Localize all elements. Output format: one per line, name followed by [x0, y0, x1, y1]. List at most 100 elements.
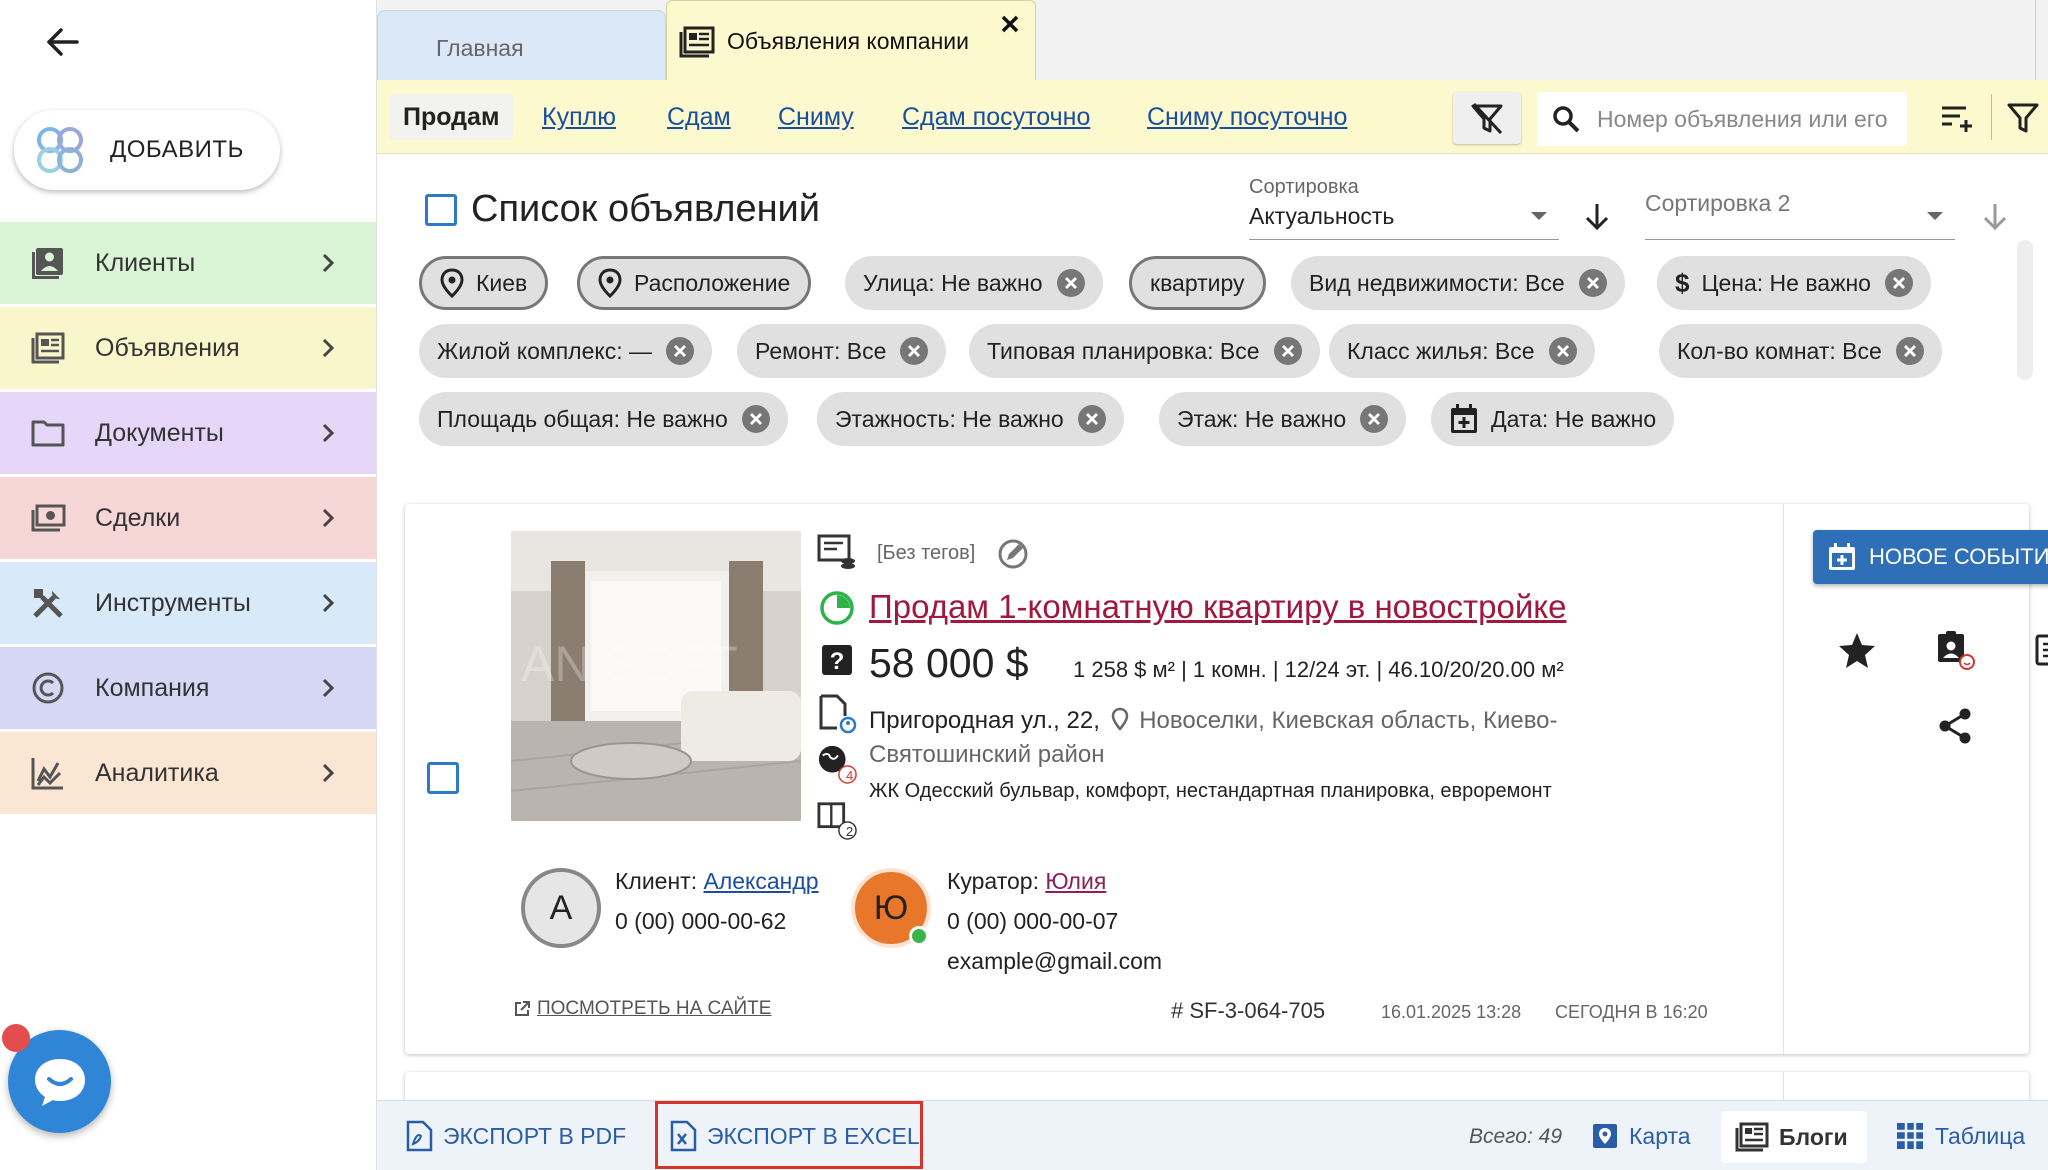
- chat-bubble-icon: [34, 1058, 85, 1106]
- category-daily-rent[interactable]: Сниму посуточно: [1147, 94, 1347, 140]
- online-status-dot: [909, 926, 929, 946]
- chip-remove-icon[interactable]: [1895, 337, 1924, 365]
- sidebar-item-clients[interactable]: Клиенты: [0, 222, 376, 304]
- category-rent[interactable]: Сниму: [778, 94, 854, 140]
- listing-address: Пригородная ул., 22, Новоселки, Киевская…: [869, 704, 1669, 772]
- sidebar-item-company[interactable]: Компания: [0, 647, 376, 729]
- close-icon[interactable]: [997, 11, 1023, 37]
- folder-icon: [28, 413, 68, 453]
- sidebar-item-documents[interactable]: Документы: [0, 392, 376, 474]
- tab-company-listings[interactable]: Объявления компании: [666, 0, 1036, 82]
- filter-icon[interactable]: [2005, 98, 2045, 138]
- chip-location[interactable]: Расположение: [577, 256, 812, 310]
- sidebar-item-listings[interactable]: Объявления: [0, 307, 376, 389]
- chip-remove-icon[interactable]: [900, 337, 929, 365]
- export-pdf-button[interactable]: ЭКСПОРТ В PDF: [405, 1101, 626, 1170]
- table-view-label: Таблица: [1935, 1122, 2026, 1149]
- category-sell[interactable]: Продам: [389, 94, 514, 140]
- chip-remove-icon[interactable]: [1578, 269, 1607, 297]
- listing-source-icon: [817, 532, 857, 572]
- chip-remove-icon[interactable]: [1548, 337, 1577, 365]
- sort-direction-icon[interactable]: [1581, 200, 1613, 232]
- client-phone: 0 (00) 000-00-62: [615, 908, 787, 934]
- status-clock-icon: [817, 588, 857, 628]
- category-bar: Продам Куплю Сдам Сниму Сдам посуточно С…: [377, 80, 2048, 154]
- bottom-toolbar: ЭКСПОРТ В PDF ЭКСПОРТ В EXCEL Всего: 49 …: [377, 1100, 2048, 1170]
- chip-remove-icon[interactable]: [1077, 405, 1106, 433]
- chevron-right-icon: [316, 421, 340, 445]
- listing-photo[interactable]: ANISOFT: [511, 531, 801, 821]
- chip-street[interactable]: Улица: Не важно: [845, 256, 1103, 310]
- chip-price[interactable]: $ Цена: Не важно: [1657, 256, 1931, 310]
- table-details-icon[interactable]: [2027, 626, 2048, 674]
- tab-home[interactable]: Главная: [377, 10, 666, 80]
- tab-overflow-handle[interactable]: [2035, 0, 2048, 80]
- sidebar-item-analytics[interactable]: Аналитика: [0, 732, 376, 814]
- add-button[interactable]: ДОБАВИТЬ: [14, 110, 280, 190]
- curator-name-link[interactable]: Юлия: [1045, 868, 1106, 894]
- chips-scrollbar[interactable]: [2017, 240, 2033, 380]
- chevron-right-icon: [316, 761, 340, 785]
- chip-remove-icon[interactable]: [1273, 337, 1302, 365]
- chip-property-type[interactable]: Вид недвижимости: Все: [1291, 256, 1625, 310]
- compare-icon[interactable]: 2: [817, 800, 857, 840]
- sidebar-item-label: Инструменты: [95, 588, 251, 617]
- chip-area[interactable]: Площадь общая: Не важно: [419, 392, 788, 446]
- chevron-right-icon: [316, 336, 340, 360]
- share-icon[interactable]: [1931, 702, 1979, 750]
- chip-floor[interactable]: Этаж: Не важно: [1159, 392, 1407, 446]
- blogs-view-button[interactable]: Блоги: [1721, 1111, 1867, 1163]
- client-name-link[interactable]: Александр: [703, 868, 818, 894]
- excel-highlight-box: [655, 1101, 923, 1169]
- chip-label: Типовая планировка: Все: [987, 337, 1260, 364]
- new-event-button[interactable]: НОВОЕ СОБЫТИЕ: [1813, 530, 2048, 584]
- table-view-button[interactable]: Таблица: [1895, 1101, 2025, 1170]
- docs-badge: 2: [846, 824, 854, 839]
- chip-object[interactable]: квартиру: [1129, 256, 1266, 310]
- chip-label: Класс жилья: Все: [1347, 337, 1535, 364]
- chip-remove-icon[interactable]: [1360, 405, 1389, 433]
- chip-renovation[interactable]: Ремонт: Все: [737, 324, 947, 378]
- search-input[interactable]: [1597, 105, 1897, 133]
- sort-label: Сортировка: [1249, 176, 1359, 198]
- sort-select[interactable]: Сортировка Актуальность: [1249, 176, 1559, 240]
- map-view-button[interactable]: Карта: [1591, 1101, 1691, 1170]
- sidebar-item-deals[interactable]: Сделки: [0, 477, 376, 559]
- chip-remove-icon[interactable]: [1884, 269, 1913, 297]
- chevron-right-icon: [316, 506, 340, 530]
- chip-remove-icon[interactable]: [666, 337, 694, 365]
- svg-text:?: ?: [830, 648, 845, 675]
- sort2-select[interactable]: Сортировка 2: [1645, 176, 1955, 240]
- category-buy[interactable]: Куплю: [542, 94, 616, 140]
- calendar-plus-icon: [1829, 543, 1855, 570]
- chip-date[interactable]: Дата: Не важно: [1431, 392, 1675, 446]
- chip-remove-icon[interactable]: [1056, 269, 1085, 297]
- chip-housing-class[interactable]: Класс жилья: Все: [1329, 324, 1595, 378]
- add-filter-icon[interactable]: [1937, 98, 1977, 138]
- address-street: Пригородная ул., 22,: [869, 707, 1100, 734]
- sidebar-item-tools[interactable]: Инструменты: [0, 562, 376, 644]
- sort2-direction-icon[interactable]: [1979, 200, 2011, 232]
- category-rent-out[interactable]: Сдам: [667, 94, 731, 140]
- assign-person-icon[interactable]: [1931, 626, 1979, 674]
- edit-tags-icon[interactable]: [997, 538, 1029, 570]
- tools-icon: [28, 583, 68, 623]
- category-daily-rent-out[interactable]: Сдам посуточно: [902, 94, 1090, 140]
- listing-checkbox[interactable]: [427, 762, 459, 794]
- chip-city[interactable]: Киев: [419, 256, 549, 310]
- globe-icon[interactable]: 4: [817, 744, 857, 784]
- clear-filter-button[interactable]: [1453, 92, 1521, 144]
- select-all-checkbox[interactable]: [425, 193, 457, 226]
- listing-title-link[interactable]: Продам 1-комнатную квартиру в новостройк…: [869, 588, 1566, 626]
- view-on-site-link[interactable]: ПОСМОТРЕТЬ НА САЙТЕ: [513, 998, 771, 1020]
- chip-remove-icon[interactable]: [741, 405, 770, 433]
- chip-residential-complex[interactable]: Жилой комплекс: —: [419, 324, 712, 378]
- chip-rooms[interactable]: Кол-во комнат: Все: [1659, 324, 1942, 378]
- star-icon[interactable]: [1833, 626, 1881, 674]
- chip-floors-total[interactable]: Этажность: Не важно: [817, 392, 1124, 446]
- back-arrow-icon[interactable]: [38, 18, 86, 66]
- location-pin-icon: [598, 268, 622, 298]
- table-grid-icon: [1897, 1123, 1923, 1149]
- watermark-text: ANISOFT: [521, 636, 738, 692]
- chip-layout[interactable]: Типовая планировка: Все: [969, 324, 1320, 378]
